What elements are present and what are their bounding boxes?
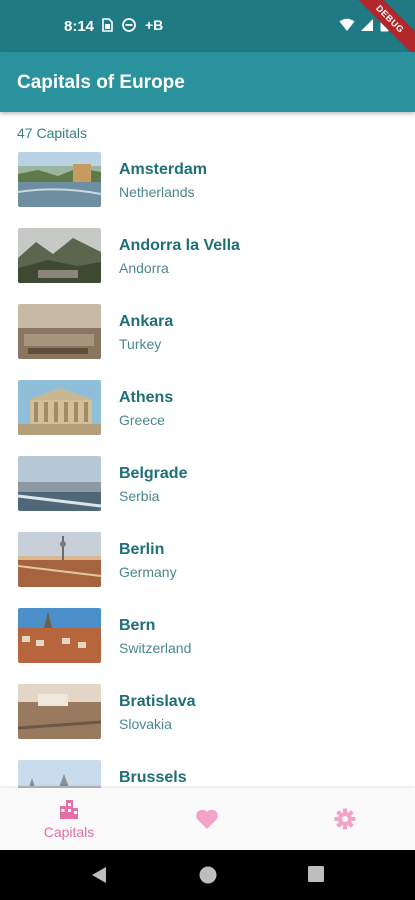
- heart-icon: [196, 809, 218, 829]
- country-name: Switzerland: [119, 640, 192, 656]
- nav-capitals[interactable]: Capitals: [0, 788, 138, 850]
- country-name: Netherlands: [119, 184, 195, 200]
- status-extra-label: +B: [145, 17, 164, 33]
- city-thumbnail: [18, 228, 101, 283]
- back-icon[interactable]: [90, 865, 108, 885]
- city-thumbnail: [18, 380, 101, 435]
- page-title: Capitals of Europe: [17, 72, 185, 93]
- list-item[interactable]: Bern Switzerland: [0, 604, 415, 666]
- city-name: Athens: [119, 389, 174, 406]
- capital-count: 47 Capitals: [17, 125, 88, 141]
- country-name: Germany: [119, 564, 177, 580]
- city-name: Brussels: [119, 769, 187, 786]
- country-name: Greece: [119, 412, 165, 428]
- country-name: Serbia: [119, 488, 160, 504]
- status-time: 8:14: [64, 18, 95, 35]
- country-name: Turkey: [119, 336, 162, 352]
- capitals-list[interactable]: Amsterdam Netherlands Andorra la Vella A…: [0, 148, 415, 788]
- list-item[interactable]: Berlin Germany: [0, 528, 415, 590]
- list-item[interactable]: Amsterdam Netherlands: [0, 148, 415, 210]
- sim-icon: [102, 18, 113, 32]
- wifi-icon: [339, 18, 355, 31]
- data-saver-icon: [122, 18, 136, 32]
- home-icon[interactable]: [198, 865, 218, 885]
- city-thumbnail: [18, 684, 101, 739]
- nav-favorites[interactable]: [138, 788, 276, 850]
- bottom-navigation: Capitals: [0, 788, 415, 850]
- country-name: Slovakia: [119, 716, 172, 732]
- city-name: Belgrade: [119, 465, 188, 482]
- city-name: Amsterdam: [119, 161, 208, 178]
- city-name: Bern: [119, 617, 156, 634]
- city-name: Bratislava: [119, 693, 196, 710]
- gear-icon: [334, 808, 356, 830]
- nav-settings[interactable]: [276, 788, 414, 850]
- app-bar: Capitals of Europe: [0, 52, 415, 112]
- list-item[interactable]: Brussels: [0, 756, 415, 788]
- city-thumbnail: [18, 760, 101, 788]
- list-item[interactable]: Athens Greece: [0, 376, 415, 438]
- nav-capitals-label: Capitals: [43, 824, 95, 840]
- status-bar: 8:14 +B DEBUG: [0, 0, 415, 65]
- city-thumbnail: [18, 152, 101, 207]
- system-navigation-bar: [0, 850, 415, 900]
- city-icon: [60, 800, 78, 819]
- city-thumbnail: [18, 304, 101, 359]
- signal-icon: [361, 18, 373, 31]
- list-item[interactable]: Bratislava Slovakia: [0, 680, 415, 742]
- country-name: Andorra: [119, 260, 169, 276]
- list-item[interactable]: Ankara Turkey: [0, 300, 415, 362]
- list-item[interactable]: Andorra la Vella Andorra: [0, 224, 415, 286]
- city-name: Ankara: [119, 313, 174, 330]
- recents-icon[interactable]: [307, 865, 325, 883]
- city-name: Andorra la Vella: [119, 237, 240, 254]
- status-notification-icons: +B: [101, 17, 163, 33]
- city-thumbnail: [18, 456, 101, 511]
- city-thumbnail: [18, 532, 101, 587]
- city-thumbnail: [18, 608, 101, 663]
- city-name: Berlin: [119, 541, 165, 558]
- list-item[interactable]: Belgrade Serbia: [0, 452, 415, 514]
